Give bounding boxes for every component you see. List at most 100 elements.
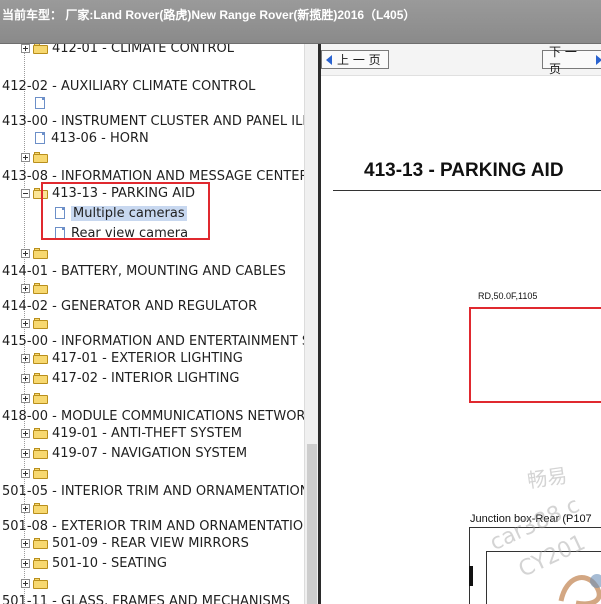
document-icon: [35, 97, 45, 109]
tree-node-413-08[interactable]: 413-08 - INFORMATION AND MESSAGE CENTER: [2, 167, 304, 185]
next-page-button[interactable]: 下 一 页: [542, 45, 601, 76]
arrow-left-icon: [326, 54, 332, 65]
tree-node-label: 412-01 - CLIMATE CONTROL: [52, 44, 235, 56]
expand-icon[interactable]: [21, 152, 30, 162]
tree-node-label: 417-01 - EXTERIOR LIGHTING: [52, 350, 243, 366]
prev-page-button[interactable]: 上 一 页: [321, 50, 389, 69]
tree-node-501-09[interactable]: 501-09 - REAR VIEW MIRRORS: [21, 534, 249, 552]
document-pane: 上 一 页 下 一 页 413-13 - PARKING AID RD,50.0…: [321, 44, 601, 604]
tree-node-417-02[interactable]: 417-02 - INTERIOR LIGHTING: [21, 369, 239, 387]
tree-folder[interactable]: [21, 279, 52, 297]
tree-node-412-02[interactable]: 412-02 - AUXILIARY CLIMATE CONTROL: [2, 77, 255, 95]
expand-icon[interactable]: [21, 558, 30, 568]
tree-node-417-01[interactable]: 417-01 - EXTERIOR LIGHTING: [21, 349, 243, 367]
expand-icon[interactable]: [21, 373, 30, 383]
tree-node-label: 414-02 - GENERATOR AND REGULATOR: [2, 298, 258, 314]
tree-panel[interactable]: 412-01 - CLIMATE CONTROL 412-02 - AUXILI…: [0, 44, 304, 604]
tree-node-414-01[interactable]: 414-01 - BATTERY, MOUNTING AND CABLES: [2, 262, 286, 280]
folder-icon: [33, 447, 48, 459]
tree-folder[interactable]: [21, 574, 52, 592]
document-icon: [55, 227, 65, 239]
expand-icon[interactable]: [21, 283, 30, 293]
next-page-label: 下 一 页: [549, 44, 577, 76]
tree-node-414-02[interactable]: 414-02 - GENERATOR AND REGULATOR: [2, 297, 257, 315]
tree-leaf[interactable]: [35, 94, 51, 112]
tree-node-413-13[interactable]: 413-13 - PARKING AID: [21, 184, 195, 202]
folder-icon: [33, 44, 48, 54]
tree-node-label: 417-02 - INTERIOR LIGHTING: [52, 370, 240, 386]
tree-folder[interactable]: [21, 464, 52, 482]
folder-icon: [33, 317, 48, 329]
tree-folder[interactable]: [21, 148, 52, 166]
tree-node-418-00[interactable]: 418-00 - MODULE COMMUNICATIONS NETWORK: [2, 407, 304, 425]
tree-node-label: 501-08 - EXTERIOR TRIM AND ORNAMENTATION: [2, 518, 304, 534]
watermark-text: 畅易: [525, 463, 569, 493]
diagram-red-frame: [469, 307, 601, 403]
tree-node-label: 501-10 - SEATING: [52, 555, 167, 571]
connector-mark: [469, 566, 473, 586]
tree-node-label: 412-02 - AUXILIARY CLIMATE CONTROL: [2, 78, 256, 94]
expand-icon[interactable]: [21, 248, 30, 258]
tree-node-501-08[interactable]: 501-08 - EXTERIOR TRIM AND ORNAMENTATION: [2, 517, 304, 535]
tree-node-413-00[interactable]: 413-00 - INSTRUMENT CLUSTER AND PANEL IL…: [2, 112, 304, 130]
folder-icon: [33, 577, 48, 589]
tree-node-label: 413-13 - PARKING AID: [52, 185, 195, 201]
scrollbar-thumb[interactable]: [307, 444, 317, 604]
folder-icon: [33, 392, 48, 404]
expand-icon[interactable]: [21, 538, 30, 548]
expand-icon[interactable]: [21, 318, 30, 328]
tree-node-415-00[interactable]: 415-00 - INFORMATION AND ENTERTAINMENT S…: [2, 332, 304, 350]
expand-icon[interactable]: [21, 468, 30, 478]
tree-node-501-10[interactable]: 501-10 - SEATING: [21, 554, 167, 572]
tree-leaf-413-06[interactable]: 413-06 - HORN: [35, 129, 149, 147]
collapse-icon[interactable]: [21, 188, 30, 198]
folder-icon: [33, 427, 48, 439]
tree-node-label: 413-00 - INSTRUMENT CLUSTER AND PANEL IL…: [2, 113, 304, 129]
tree-folder[interactable]: [21, 314, 52, 332]
tree-scrollbar[interactable]: [304, 44, 318, 604]
folder-icon: [33, 151, 48, 163]
expand-icon[interactable]: [21, 448, 30, 458]
junction-box-label: Junction box-Rear (P107: [470, 513, 592, 525]
tree-node-label: 418-00 - MODULE COMMUNICATIONS NETWORK: [2, 408, 304, 424]
document-title: 413-13 - PARKING AID: [364, 160, 564, 181]
open-folder-icon: [33, 187, 48, 199]
navigation-bar: 上 一 页 下 一 页: [321, 44, 601, 76]
tree-leaf-rear-view-camera[interactable]: Rear view camera: [55, 224, 188, 242]
tree-node-label: 415-00 - INFORMATION AND ENTERTAINMENT S…: [2, 333, 304, 349]
tree-node-419-01[interactable]: 419-01 - ANTI-THEFT SYSTEM: [21, 424, 242, 442]
folder-icon: [33, 352, 48, 364]
tree-folder[interactable]: [21, 244, 52, 262]
tree-node-label: 501-11 - GLASS, FRAMES AND MECHANISMS: [2, 593, 291, 604]
tree-node-label: 501-05 - INTERIOR TRIM AND ORNAMENTATION: [2, 483, 304, 499]
window-title: 当前车型： 厂家:Land Rover(路虎)New Range Rover(新…: [2, 8, 416, 22]
expand-icon[interactable]: [21, 578, 30, 588]
expand-icon[interactable]: [21, 503, 30, 513]
tree-node-label: 413-08 - INFORMATION AND MESSAGE CENTER: [2, 168, 304, 184]
document-icon: [55, 207, 65, 219]
folder-icon: [33, 537, 48, 549]
folder-icon: [33, 247, 48, 259]
arrow-right-icon: [596, 54, 601, 65]
junction-box-inner: [486, 551, 601, 604]
tree-folder[interactable]: [21, 499, 52, 517]
tree-node-label: 501-09 - REAR VIEW MIRRORS: [52, 535, 249, 551]
tree-node-label: Rear view camera: [71, 225, 189, 241]
tree-node-label: 414-01 - BATTERY, MOUNTING AND CABLES: [2, 263, 286, 279]
tree-node-501-11[interactable]: 501-11 - GLASS, FRAMES AND MECHANISMS: [2, 592, 290, 604]
tree-folder[interactable]: [21, 389, 52, 407]
expand-icon[interactable]: [21, 393, 30, 403]
expand-icon[interactable]: [21, 428, 30, 438]
rd-label: RD,50.0F,1105: [478, 291, 538, 301]
tree-node-412-01[interactable]: 412-01 - CLIMATE CONTROL: [21, 44, 234, 57]
tree-leaf-multiple-cameras[interactable]: Multiple cameras: [55, 204, 187, 222]
tree-node-label-selected: Multiple cameras: [71, 205, 187, 221]
prev-page-label: 上 一 页: [337, 53, 381, 67]
tree-node-419-07[interactable]: 419-07 - NAVIGATION SYSTEM: [21, 444, 247, 462]
expand-icon[interactable]: [21, 44, 30, 53]
folder-icon: [33, 372, 48, 384]
title-rule: [333, 190, 601, 191]
tree-node-501-05[interactable]: 501-05 - INTERIOR TRIM AND ORNAMENTATION: [2, 482, 304, 500]
expand-icon[interactable]: [21, 353, 30, 363]
folder-icon: [33, 467, 48, 479]
